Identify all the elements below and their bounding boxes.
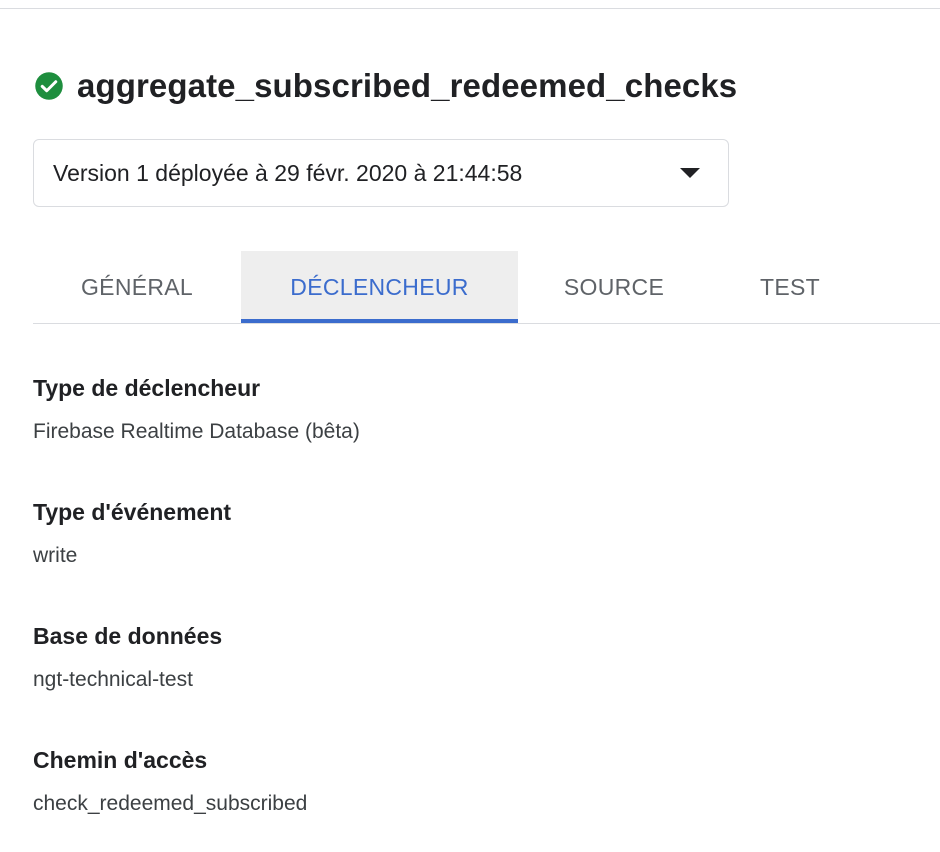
check-circle-icon <box>34 71 64 101</box>
trigger-type-value: Firebase Realtime Database (bêta) <box>33 420 360 443</box>
top-divider <box>0 8 940 9</box>
database-field: Base de données ngt-technical-test <box>33 621 222 694</box>
dropdown-arrow-icon <box>680 168 700 178</box>
trigger-type-field: Type de déclencheur Firebase Realtime Da… <box>33 373 360 446</box>
event-type-value: write <box>33 544 78 567</box>
tab-test[interactable]: TEST <box>710 251 870 323</box>
tab-source[interactable]: SOURCE <box>518 251 710 323</box>
function-title: aggregate_subscribed_redeemed_checks <box>77 67 738 104</box>
path-value: check_redeemed_subscribed <box>33 792 308 815</box>
path-label: Chemin d'accès <box>33 747 208 773</box>
tab-bar: GÉNÉRAL DÉCLENCHEUR SOURCE TEST <box>33 251 940 324</box>
version-select-value: Version 1 déployée à 29 févr. 2020 à 21:… <box>53 159 523 186</box>
event-type-field: Type d'événement write <box>33 497 231 570</box>
title-row: aggregate_subscribed_redeemed_checks <box>34 66 737 106</box>
path-field: Chemin d'accès check_redeemed_subscribed <box>33 745 307 818</box>
tab-trigger[interactable]: DÉCLENCHEUR <box>241 251 518 323</box>
tab-general[interactable]: GÉNÉRAL <box>33 251 241 323</box>
trigger-type-label: Type de déclencheur <box>33 375 261 401</box>
event-type-label: Type d'événement <box>33 499 232 525</box>
function-details-page: aggregate_subscribed_redeemed_checks Ver… <box>0 0 940 852</box>
database-value: ngt-technical-test <box>33 668 193 691</box>
database-label: Base de données <box>33 623 223 649</box>
version-select[interactable]: Version 1 déployée à 29 févr. 2020 à 21:… <box>33 139 729 207</box>
